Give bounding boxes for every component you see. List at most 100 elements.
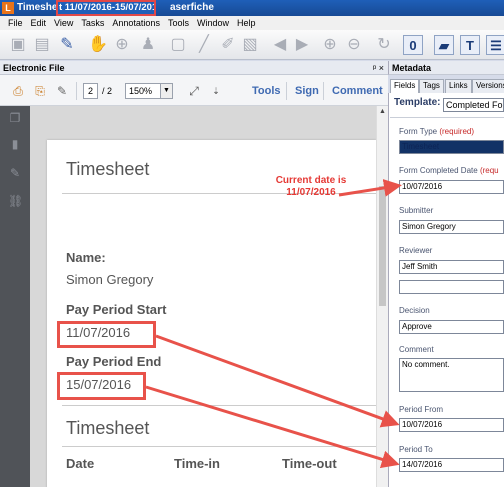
submitter-field[interactable]: Simon Gregory [399,220,504,234]
print-icon[interactable]: ▤ [32,35,52,55]
tab-fields[interactable]: Fields [390,79,420,93]
reviewer-field-2[interactable] [399,280,504,294]
laserfiche-logo-icon: L [2,2,14,14]
pdf-toolbar: ⎙ ⎘ ✎ 2 / 2 150% ▼ ⤢ ⇣ Tools Sign Commen… [0,75,388,106]
metadata-tabs: Fields Tags Links Versions [388,79,504,93]
form-type-label-text: Form Type [399,127,438,136]
metadata-header: Metadata [388,61,504,75]
col-date: Date [66,456,95,471]
edit-pdf-icon[interactable]: ✎ [54,83,70,99]
period-to-label: Period To [399,445,433,454]
convert-icon[interactable]: ⎘ [32,83,48,99]
navigation-strip: ❐ ▮ ✎ ⛓ [0,106,30,487]
hand-tool-icon[interactable]: ✋ [88,35,108,55]
line-icon[interactable]: ╱ [194,35,214,55]
zoom-tool-icon[interactable]: ⊕ [112,35,132,55]
menu-bar: File Edit View Tasks Annotations Tools Window H… [0,16,504,30]
tab-versions[interactable]: Versions [472,79,504,93]
refresh-icon[interactable]: ↻ [374,35,394,55]
name-label: Name: [66,250,106,265]
document-title: Timesheet [66,159,150,179]
pay-period-end-label: Pay Period End [66,354,162,369]
menu-tasks[interactable]: Tasks [81,16,104,30]
fit-page-icon[interactable]: ⤢ [186,83,202,99]
template-label: Template: [394,97,441,108]
electronic-file-header: Electronic File ᵖ × [0,61,388,75]
zoom-dropdown-icon[interactable]: ▼ [161,83,173,99]
prev-page-icon[interactable]: ◀ [270,35,290,55]
decision-field[interactable]: Approve [399,320,504,334]
scroll-thumb[interactable] [379,186,386,306]
scroll-up-icon[interactable]: ▲ [378,107,387,116]
pages-icon[interactable]: ❐ [8,111,22,125]
form-type-label: Form Type (required) [399,127,474,136]
attachments-icon[interactable]: ⛓ [8,194,23,208]
col-time-in: Time-in [174,456,220,471]
tab-comment[interactable]: Comment [332,82,383,100]
completed-date-label-text: Form Completed Date [399,166,478,175]
menu-edit[interactable]: Edit [31,16,47,30]
menu-window[interactable]: Window [197,16,229,30]
reviewer-field[interactable]: Jeff Smith [399,260,504,274]
next-page-icon[interactable]: ▶ [292,35,312,55]
tab-tools[interactable]: Tools [252,82,281,100]
more-options-icon[interactable]: ⇣ [208,83,224,99]
annotation-note: Current date is 11/07/2016 [275,175,347,198]
image-view-icon[interactable]: ▰ [434,35,454,55]
text-view-icon[interactable]: T [460,35,480,55]
main-toolbar: ▣ ▤ ✎ ✋ ⊕ ♟ ▢ ╱ ✐ ▧ ◀ ▶ ⊕ ⊖ ↻ 0 ▰ T ☰ [0,30,504,60]
window-title-highlight: t 11/07/2016-15/07/2016 - [56,0,156,16]
decision-label: Decision [399,306,430,315]
required-marker: (required) [439,127,475,136]
menu-file[interactable]: File [8,16,23,30]
period-from-label: Period From [399,405,444,414]
bookmarks-icon[interactable]: ▮ [8,137,22,151]
submitter-label: Submitter [399,206,434,215]
completed-date-label: Form Completed Date (requ [399,166,499,175]
electronic-file-title: Electronic File [3,63,65,73]
comment-field[interactable]: No comment. [399,358,504,392]
name-value: Simon Gregory [66,272,154,287]
window-title-prefix: Timeshe [17,2,58,13]
menu-view[interactable]: View [54,16,73,30]
pin-close-icon[interactable]: ᵖ × [373,61,384,75]
timesheet-section-title: Timesheet [66,418,150,438]
template-select[interactable]: Completed For [443,98,504,112]
zoom-input[interactable]: 150% [125,83,161,99]
reviewer-label: Reviewer [399,246,433,255]
start-date-highlight [57,321,156,348]
required-marker-2: (requ [479,166,499,175]
page-total: / 2 [102,86,113,96]
col-time-out: Time-out [282,456,337,471]
form-type-field[interactable]: Timesheet [399,140,504,154]
tab-tags[interactable]: Tags [419,79,444,93]
window-title-suffix: aserfiche [170,2,214,13]
tab-sign[interactable]: Sign [295,82,319,100]
page-number-input[interactable]: 2 [83,83,98,99]
end-date-highlight [57,372,146,400]
menu-help[interactable]: Help [237,16,256,30]
menu-tools[interactable]: Tools [168,16,189,30]
tab-links[interactable]: Links [445,79,472,93]
text-recognition-icon[interactable]: 0 [403,35,423,55]
title-bar: L Timeshe t 11/07/2016-15/07/2016 - aser… [0,0,504,16]
rectangle-icon[interactable]: ▢ [168,35,188,55]
save-icon[interactable]: ▣ [8,35,28,55]
create-pdf-icon[interactable]: ⎙ [10,83,26,99]
pen-tool-icon[interactable]: ✎ [57,35,77,55]
highlight-icon[interactable]: ✐ [218,35,238,55]
layout-view-icon[interactable]: ☰ [486,35,504,55]
text-box-icon[interactable]: ▧ [240,35,260,55]
signatures-icon[interactable]: ✎ [8,166,22,180]
period-from-field[interactable]: 10/07/2016 [399,418,504,432]
completed-date-field[interactable]: 10/07/2016 [399,180,504,194]
comment-label: Comment [399,345,434,354]
period-to-field[interactable]: 14/07/2016 [399,458,504,472]
zoom-in-icon[interactable]: ⊕ [320,35,340,55]
pay-period-start-label: Pay Period Start [66,302,167,317]
document-scrollbar[interactable]: ▲ [376,106,388,487]
stamp-icon[interactable]: ♟ [138,35,158,55]
zoom-out-icon[interactable]: ⊖ [344,35,364,55]
laserfiche-window: L Timeshe t 11/07/2016-15/07/2016 - aser… [0,0,504,487]
menu-annotations[interactable]: Annotations [112,16,160,30]
